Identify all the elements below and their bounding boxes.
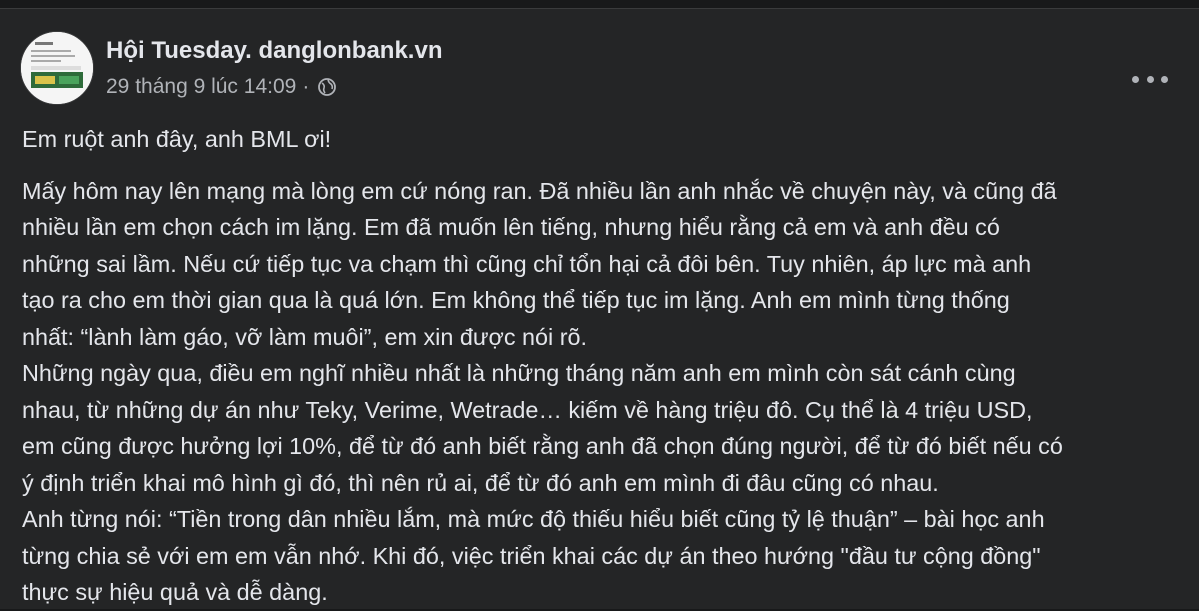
post-body-line: tạo ra cho em thời gian qua là quá lớn. … <box>22 287 1010 313</box>
post-body-line: những sai lầm. Nếu cứ tiếp tục va chạm t… <box>22 250 1032 277</box>
dot-icon <box>1146 75 1154 83</box>
globe-icon[interactable] <box>317 77 337 97</box>
post-card: Hội Tuesday. danglonbank.vn 29 tháng 9 l… <box>0 8 1199 609</box>
post-body-line: thực sự hiệu quả và dễ dàng. <box>22 579 328 605</box>
post-timestamp[interactable]: 29 tháng 9 lúc 14:09 <box>106 75 296 99</box>
post-header: Hội Tuesday. danglonbank.vn 29 tháng 9 l… <box>20 31 1180 111</box>
post-body-line: ý định triển khai mô hình gì đó, thì nên… <box>22 469 939 496</box>
avatar-thumbnail-icon <box>21 32 93 104</box>
post-body-line: em cũng được hưởng lợi 10%, để từ đó anh… <box>22 433 1063 459</box>
post-body-line: Những ngày qua, điều em nghĩ nhiều nhất … <box>22 360 1016 386</box>
post-body-line: từng chia sẻ với em em vẫn nhớ. Khi đó, … <box>22 542 1041 569</box>
post-body-line: Anh từng nói: “Tiền trong dân nhiều lắm,… <box>22 506 1045 532</box>
author-avatar[interactable] <box>20 31 94 105</box>
post-meta: 29 tháng 9 lúc 14:09 · <box>106 75 337 99</box>
dot-icon <box>1132 75 1139 83</box>
post-content: Em ruột anh đây, anh BML ơi! Mấy hôm nay… <box>22 121 1192 611</box>
author-name[interactable]: Hội Tuesday. danglonbank.vn <box>106 37 442 65</box>
post-greeting: Em ruột anh đây, anh BML ơi! <box>22 126 332 152</box>
post-body: Mấy hôm nay lên mạng mà lòng em cứ nóng … <box>22 173 1192 611</box>
post-body-line: nhiều lần em chọn cách im lặng. Em đã mu… <box>22 214 1000 240</box>
post-body-line: nhau, từ những dự án như Teky, Verime, W… <box>22 396 1033 423</box>
post-body-line: Mấy hôm nay lên mạng mà lòng em cứ nóng … <box>22 177 1057 204</box>
more-options-icon[interactable] <box>1132 69 1168 89</box>
dot-icon <box>1161 75 1168 83</box>
post-body-line: nhất: “lành làm gáo, vỡ làm muôi”, em xi… <box>22 323 588 350</box>
meta-separator: · <box>302 75 310 98</box>
